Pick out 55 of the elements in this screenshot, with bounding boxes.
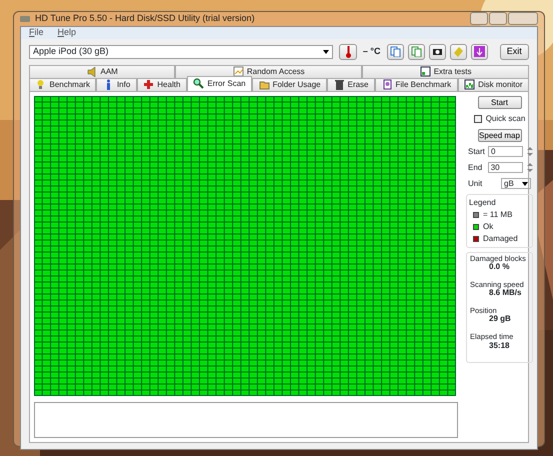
camera-icon: [432, 46, 443, 57]
cross-icon: [143, 79, 154, 90]
tab[interactable]: File Benchmark: [375, 78, 458, 90]
tab[interactable]: Health: [136, 78, 187, 90]
legend-title: Legend: [469, 196, 497, 208]
copy-icon: [410, 46, 422, 57]
stat-value: 29 gB: [488, 315, 512, 324]
minimize-button[interactable]: [470, 12, 488, 25]
field-label: Start: [468, 146, 484, 158]
menu-item[interactable]: Help: [58, 26, 76, 40]
checkbox[interactable]: [474, 114, 482, 122]
stat-value: 0.0 %: [489, 262, 510, 271]
device-dropdown[interactable]: Apple iPod (30 gB): [29, 44, 334, 58]
stat-value: 35:18: [488, 342, 510, 350]
chart-icon: [232, 66, 244, 77]
tab[interactable]: Folder Usage: [252, 78, 328, 90]
legend-label: Damaged: [483, 232, 518, 244]
toolbar-button[interactable]: [428, 44, 446, 60]
copy-icon: [390, 46, 401, 57]
thermometer-icon: [346, 46, 351, 58]
tab[interactable]: Random Access: [175, 64, 362, 78]
start-button[interactable]: Start: [478, 96, 522, 108]
field-label: End: [468, 162, 484, 174]
tab[interactable]: Info: [96, 78, 137, 90]
tab[interactable]: Extra tests: [362, 64, 529, 78]
spinner-icon[interactable]: [527, 162, 533, 173]
legend-label: Ok: [483, 220, 494, 232]
close-button[interactable]: [508, 12, 538, 25]
bulb-icon: [35, 79, 46, 90]
caret-icon: [323, 50, 330, 54]
maximize-button[interactable]: [489, 12, 507, 25]
tab[interactable]: Disk monitor: [458, 78, 530, 90]
window-icon: [420, 66, 431, 77]
field-label: Unit: [468, 178, 482, 190]
tab[interactable]: Erase: [327, 78, 376, 90]
caret-icon: [522, 182, 528, 186]
tab[interactable]: Error Scan: [186, 76, 252, 90]
temperature-reading: – °C: [362, 44, 381, 58]
menu-item[interactable]: File: [29, 26, 44, 40]
tab[interactable]: Benchmark: [29, 78, 96, 90]
download-icon: [474, 46, 485, 57]
stat-value: 8.6 MB/s: [489, 289, 522, 297]
exit-button[interactable]: Exit: [500, 44, 529, 60]
unit-dropdown[interactable]: gB: [501, 178, 531, 189]
magnifier-icon: [193, 78, 204, 89]
speed-map-button[interactable]: Speed map: [478, 128, 522, 142]
start-field[interactable]: 0: [488, 146, 524, 157]
bin-icon: [334, 79, 345, 90]
end-field[interactable]: 30: [488, 162, 524, 173]
spinner-icon[interactable]: [527, 146, 533, 157]
legend-label: = 11 MB: [483, 208, 512, 220]
checkbox-label: Quick scan: [486, 112, 526, 124]
tab[interactable]: AAM: [29, 64, 176, 78]
temperature-button[interactable]: [339, 44, 357, 60]
window-title: HD Tune Pro 5.50 - Hard Disk/SSD Utility (trial version): [35, 12, 255, 25]
